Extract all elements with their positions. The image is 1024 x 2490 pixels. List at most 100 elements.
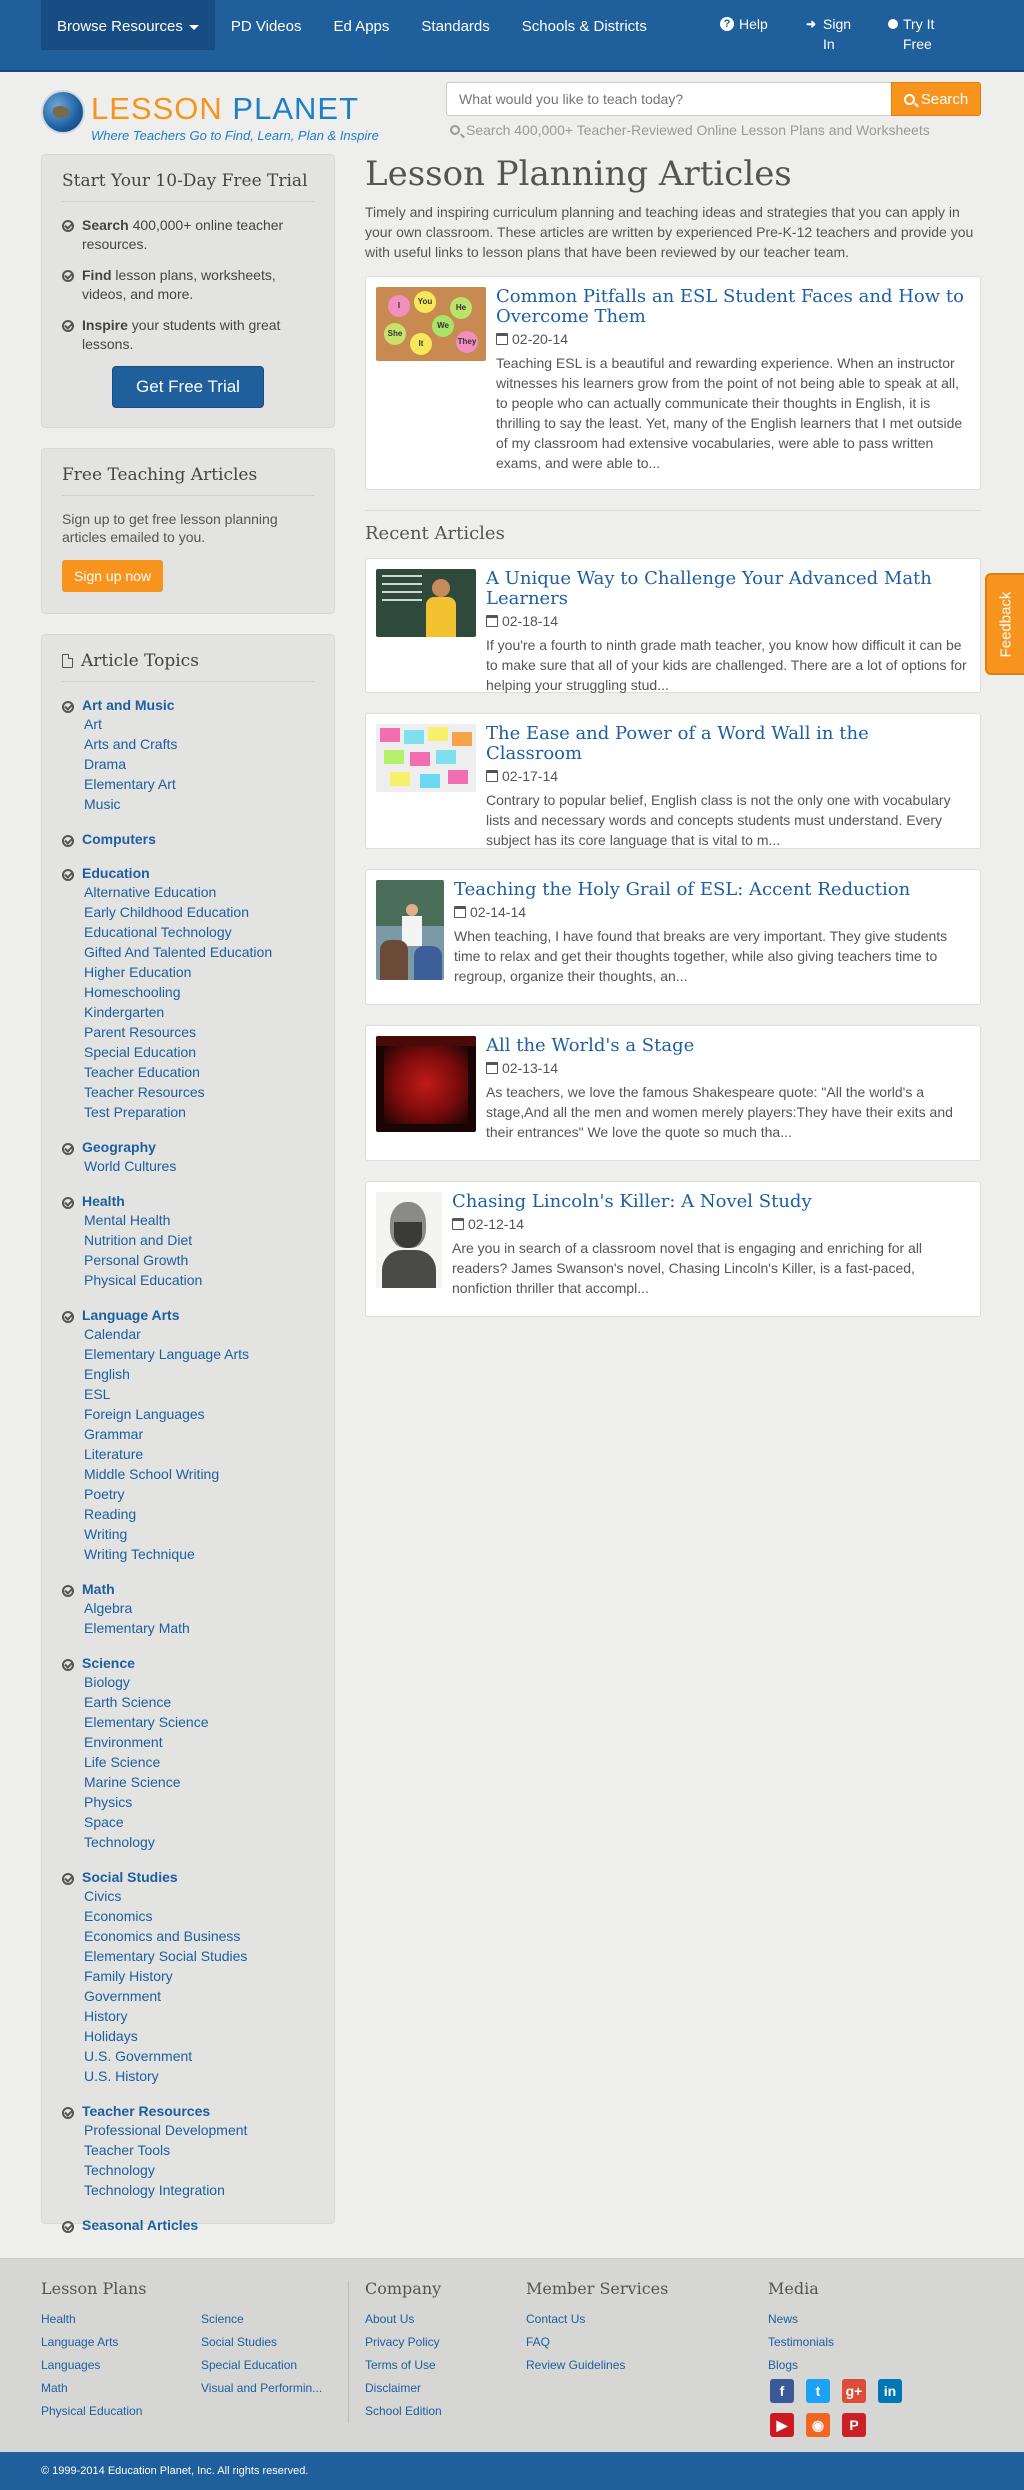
topic-heading[interactable]: Art and Music	[62, 696, 314, 714]
topic-link[interactable]: Technology Integration	[84, 2180, 314, 2200]
topic-link[interactable]: Poetry	[84, 1484, 314, 1504]
nav-schools-districts[interactable]: Schools & Districts	[506, 0, 663, 50]
topic-link[interactable]: Foreign Languages	[84, 1404, 314, 1424]
topic-link[interactable]: Holidays	[84, 2026, 314, 2046]
topic-heading[interactable]: Seasonal Articles	[62, 2216, 314, 2234]
footer-link[interactable]: Testimonials	[768, 2331, 902, 2354]
topic-heading[interactable]: Science	[62, 1654, 314, 1672]
topic-link[interactable]: Art	[84, 714, 314, 734]
topic-link[interactable]: Physics	[84, 1792, 314, 1812]
footer-link[interactable]: Review Guidelines	[526, 2354, 668, 2377]
topic-link[interactable]: Educational Technology	[84, 922, 314, 942]
topic-heading[interactable]: Math	[62, 1580, 314, 1598]
topic-link[interactable]: English	[84, 1364, 314, 1384]
footer-link[interactable]: Privacy Policy	[365, 2331, 442, 2354]
math-article-thumbnail[interactable]	[376, 569, 476, 637]
youtube-icon[interactable]: ▶	[770, 2413, 794, 2437]
topic-link[interactable]: Teacher Resources	[84, 1082, 314, 1102]
twitter-icon[interactable]: t	[806, 2379, 830, 2403]
topic-link[interactable]: Drama	[84, 754, 314, 774]
help-link[interactable]: ? Help	[720, 14, 804, 54]
topic-link[interactable]: Special Education	[84, 1042, 314, 1062]
topic-link[interactable]: Teacher Education	[84, 1062, 314, 1082]
footer-link[interactable]: Science	[201, 2308, 322, 2331]
featured-article-title[interactable]: Common Pitfalls an ESL Student Faces and…	[496, 287, 970, 327]
topic-heading[interactable]: Geography	[62, 1138, 314, 1156]
topic-link[interactable]: Personal Growth	[84, 1250, 314, 1270]
topic-link[interactable]: History	[84, 2006, 314, 2026]
topic-link[interactable]: Civics	[84, 1886, 314, 1906]
topic-link[interactable]: Gifted And Talented Education	[84, 942, 314, 962]
topic-heading[interactable]: Teacher Resources	[62, 2102, 314, 2120]
topic-link[interactable]: Technology	[84, 2160, 314, 2180]
footer-link[interactable]: Disclaimer	[365, 2377, 442, 2400]
topic-link[interactable]: Kindergarten	[84, 1002, 314, 1022]
topic-link[interactable]: Earth Science	[84, 1692, 314, 1712]
topic-link[interactable]: Test Preparation	[84, 1102, 314, 1122]
article-title[interactable]: Teaching the Holy Grail of ESL: Accent R…	[454, 880, 970, 900]
topic-link[interactable]: Calendar	[84, 1324, 314, 1344]
topic-link[interactable]: Technology	[84, 1832, 314, 1852]
topic-link[interactable]: Teacher Tools	[84, 2140, 314, 2160]
topic-link[interactable]: Elementary Art	[84, 774, 314, 794]
footer-link[interactable]: Visual and Performin...	[201, 2377, 322, 2400]
topic-link[interactable]: Early Childhood Education	[84, 902, 314, 922]
topic-link[interactable]: Environment	[84, 1732, 314, 1752]
footer-link[interactable]: Special Education	[201, 2354, 322, 2377]
stage-thumbnail[interactable]	[376, 1036, 476, 1132]
topic-link[interactable]: U.S. History	[84, 2066, 314, 2086]
topic-link[interactable]: Homeschooling	[84, 982, 314, 1002]
get-free-trial-button[interactable]: Get Free Trial	[112, 366, 264, 408]
topic-link[interactable]: ESL	[84, 1384, 314, 1404]
topic-link[interactable]: Professional Development	[84, 2120, 314, 2140]
esl-accent-thumbnail[interactable]	[376, 880, 444, 980]
featured-article-thumbnail[interactable]: I You He She It We They	[376, 287, 486, 361]
topic-heading[interactable]: Computers	[62, 830, 314, 848]
topic-link[interactable]: Elementary Math	[84, 1618, 314, 1638]
topic-link[interactable]: Government	[84, 1986, 314, 2006]
footer-link[interactable]: Math	[41, 2377, 171, 2400]
lincoln-thumbnail[interactable]	[376, 1192, 442, 1288]
footer-link[interactable]: About Us	[365, 2308, 442, 2331]
topic-link[interactable]: Algebra	[84, 1598, 314, 1618]
topic-link[interactable]: Nutrition and Diet	[84, 1230, 314, 1250]
topic-link[interactable]: Parent Resources	[84, 1022, 314, 1042]
pinterest-icon[interactable]: P	[842, 2413, 866, 2437]
topic-link[interactable]: Writing	[84, 1524, 314, 1544]
article-title[interactable]: Chasing Lincoln's Killer: A Novel Study	[452, 1192, 970, 1212]
footer-link[interactable]: Health	[41, 2308, 171, 2331]
footer-link[interactable]: Contact Us	[526, 2308, 668, 2331]
try-free-link[interactable]: Try It Free	[888, 14, 972, 54]
topic-heading[interactable]: Health	[62, 1192, 314, 1210]
topic-heading[interactable]: Social Studies	[62, 1868, 314, 1886]
article-title[interactable]: A Unique Way to Challenge Your Advanced …	[486, 569, 970, 609]
nav-pd-videos[interactable]: PD Videos	[215, 0, 318, 50]
footer-link[interactable]: Blogs	[768, 2354, 902, 2377]
topic-link[interactable]: Family History	[84, 1966, 314, 1986]
rss-icon[interactable]: ◉	[806, 2413, 830, 2437]
nav-ed-apps[interactable]: Ed Apps	[318, 0, 406, 50]
linkedin-icon[interactable]: in	[878, 2379, 902, 2403]
topic-link[interactable]: U.S. Government	[84, 2046, 314, 2066]
article-title[interactable]: All the World's a Stage	[486, 1036, 970, 1056]
topic-heading[interactable]: Language Arts	[62, 1306, 314, 1324]
footer-link[interactable]: Social Studies	[201, 2331, 322, 2354]
sign-in-link[interactable]: ➜ Sign In	[804, 14, 888, 54]
topic-link[interactable]: World Cultures	[84, 1156, 314, 1176]
topic-link[interactable]: Biology	[84, 1672, 314, 1692]
topic-link[interactable]: Elementary Language Arts	[84, 1344, 314, 1364]
search-button[interactable]: Search	[891, 82, 981, 116]
nav-standards[interactable]: Standards	[405, 0, 505, 50]
topic-link[interactable]: Space	[84, 1812, 314, 1832]
feedback-tab[interactable]: Feedback	[985, 573, 1024, 675]
footer-link[interactable]: Languages	[41, 2354, 171, 2377]
topic-link[interactable]: Economics	[84, 1906, 314, 1926]
nav-browse-resources[interactable]: Browse Resources	[41, 0, 215, 50]
footer-link[interactable]: FAQ	[526, 2331, 668, 2354]
article-title[interactable]: The Ease and Power of a Word Wall in the…	[486, 724, 970, 764]
topic-link[interactable]: Alternative Education	[84, 882, 314, 902]
topic-link[interactable]: Literature	[84, 1444, 314, 1464]
google-plus-icon[interactable]: g+	[842, 2379, 866, 2403]
topic-link[interactable]: Life Science	[84, 1752, 314, 1772]
topic-link[interactable]: Mental Health	[84, 1210, 314, 1230]
